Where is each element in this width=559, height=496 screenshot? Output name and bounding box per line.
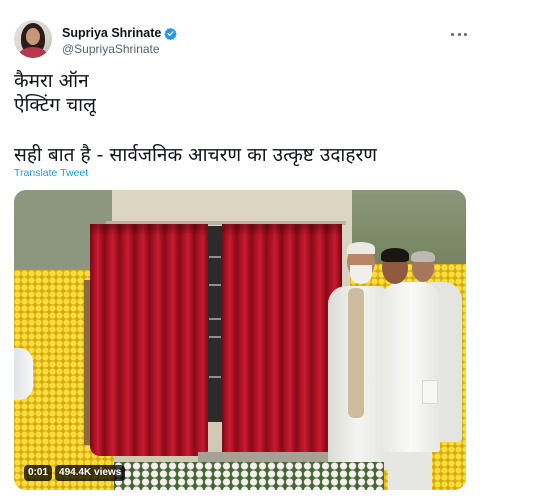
scene-person-1-stole: [348, 288, 364, 418]
scene-curtain-right: [222, 224, 342, 462]
tweet-text-line: कैमरा ऑन: [14, 70, 89, 92]
video-overlay: 0:01 494.4K views: [24, 465, 126, 481]
author-handle[interactable]: @SupriyaShrinate: [62, 42, 160, 56]
scene-person-2-paper: [422, 380, 438, 404]
scene-person-2-hair: [381, 248, 409, 262]
plaque-text-mark: [209, 318, 221, 320]
avatar-clothing: [19, 47, 47, 58]
plaque-text-mark: [209, 284, 221, 286]
tweet-text-line: ऐक्टिंग चालू: [14, 94, 96, 116]
verified-badge-icon: [164, 27, 178, 41]
more-dot: [451, 32, 454, 36]
avatar[interactable]: [14, 20, 52, 58]
author-name[interactable]: Supriya Shrinate: [62, 26, 161, 41]
more-dot: [464, 32, 467, 36]
plaque-text-mark: [209, 376, 221, 378]
tweet-text-line: सही बात है - सार्वजनिक आचरण का उत्कृष्ट …: [14, 144, 377, 166]
scene-person-3-hair: [411, 251, 435, 262]
scene-person-1-beard: [350, 265, 372, 284]
plaque-text-mark: [209, 256, 221, 258]
duration-badge: 0:01: [24, 465, 53, 481]
video-player[interactable]: 0:01 494.4K views: [14, 190, 466, 490]
scene-white-flowers: [114, 462, 384, 490]
more-options-icon[interactable]: [451, 30, 467, 38]
scene-person-2-body: [382, 282, 440, 452]
scene-person-edge: [14, 348, 33, 400]
more-dot: [457, 32, 461, 36]
translate-tweet-link[interactable]: Translate Tweet: [14, 167, 88, 179]
plaque-text-mark: [209, 336, 221, 338]
scene-curtain-left: [90, 224, 208, 456]
view-count-badge: 494.4K views: [55, 465, 126, 481]
author-name-row: Supriya Shrinate: [62, 26, 178, 41]
avatar-face: [26, 28, 40, 45]
scene-person-1-hair: [347, 242, 375, 254]
